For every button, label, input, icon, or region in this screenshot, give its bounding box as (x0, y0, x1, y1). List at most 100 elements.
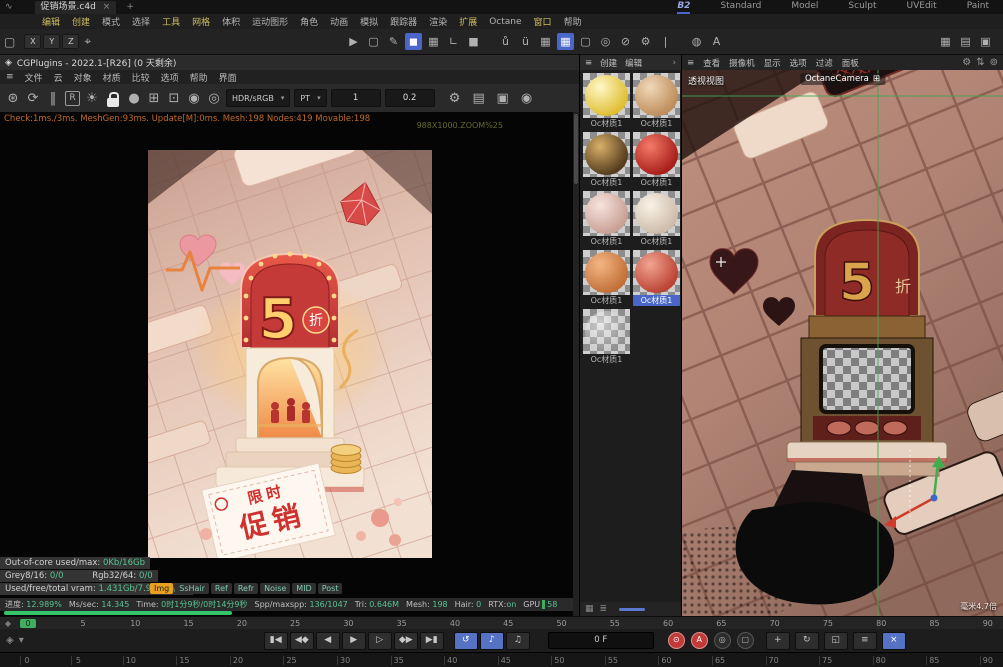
record-rotation-toggle[interactable]: ↻ (795, 632, 819, 650)
play-sound-button[interactable]: ♪ (480, 632, 504, 650)
viewer-settings-icon[interactable]: ⚙ (447, 91, 463, 106)
material-item[interactable]: Oc材质1 (583, 73, 630, 129)
menubar-item[interactable]: Octane (489, 17, 521, 27)
viewport-grid-icon[interactable]: ▢ (4, 35, 15, 49)
material-item[interactable]: Oc材质1 (633, 250, 680, 306)
viewport-timer-icon[interactable]: ⊚ (990, 57, 998, 68)
menubar-item[interactable]: 模式 (102, 15, 120, 28)
loop-mode-button[interactable]: ↺ (454, 632, 478, 650)
material-menu-item[interactable]: 编辑 (625, 57, 642, 69)
pla-toggle[interactable]: × (882, 632, 906, 650)
viewer-camera-icon[interactable]: ▣ (495, 91, 511, 106)
viewer-menu-item[interactable]: 比较 (132, 71, 150, 84)
subsample-field[interactable]: 0.2 (385, 89, 435, 107)
lock-resolution-icon[interactable] (107, 98, 119, 107)
viewer-scrollbar[interactable] (573, 112, 579, 616)
hamburger-icon[interactable]: ≡ (585, 58, 592, 68)
region-scale-field[interactable]: 1 (331, 89, 381, 107)
menubar-item[interactable]: 编辑 (42, 15, 60, 28)
record-scale-toggle[interactable]: ◱ (824, 632, 848, 650)
next-key-button[interactable]: ◆▶ (394, 632, 418, 650)
menubar-item[interactable]: 角色 (300, 15, 318, 28)
viewport-settings-icon[interactable]: ⚙ (962, 57, 971, 68)
material-thumbnail[interactable] (583, 73, 630, 118)
viewport-menu-item[interactable]: 过滤 (816, 57, 833, 69)
viewport-menu-item[interactable]: 选项 (790, 57, 807, 69)
material-item[interactable]: Oc材质1 (633, 191, 680, 247)
document-tab[interactable]: 促销场景.c4d × (35, 1, 117, 14)
record-parameter-button[interactable]: ▢ (737, 632, 754, 649)
current-frame-field[interactable]: 0 F (548, 632, 654, 649)
list-view-icon[interactable]: ≣ (600, 604, 608, 614)
material-item[interactable]: Oc材质1 (583, 309, 630, 365)
powerslider-ruler[interactable]: 051015202530354045505560657075808590 (0, 652, 1003, 667)
angle-snap-icon[interactable]: ∟ (445, 33, 462, 50)
render-pass-tab[interactable]: MID (292, 583, 315, 594)
grid-view-icon[interactable]: ▦ (585, 604, 594, 614)
material-item[interactable]: Oc材质1 (583, 191, 630, 247)
octane-balloon-icon[interactable]: ◍ (688, 33, 705, 50)
viewer-title-bar[interactable]: ◈ CGPlugins - 2022.1-[R26] (0 天剩余) (0, 55, 579, 70)
goto-end-button[interactable]: ▶▮ (420, 632, 444, 650)
material-item[interactable]: Oc材质1 (633, 132, 680, 188)
material-pick-icon[interactable]: ◎ (206, 91, 222, 106)
expand-arrow-icon[interactable]: › (673, 58, 676, 68)
axis-x-button[interactable]: X (24, 34, 41, 49)
material-thumbnail[interactable] (633, 73, 680, 118)
new-tab-button[interactable]: + (126, 2, 134, 12)
kernel-dropdown[interactable]: PT (294, 89, 326, 107)
disable-snap-icon[interactable]: ⊘ (617, 33, 634, 50)
viewer-menu-item[interactable]: 对象 (74, 71, 92, 84)
menubar-item[interactable]: 跟踪器 (390, 15, 417, 28)
menubar-item[interactable]: 模拟 (360, 15, 378, 28)
menubar-item[interactable]: 扩展 (459, 15, 477, 28)
restart-render-icon[interactable]: R (65, 91, 80, 106)
layout-tab[interactable]: Sculpt (848, 1, 876, 14)
divider-icon[interactable]: | (657, 33, 674, 50)
grid-array-icon[interactable]: ▦ (425, 33, 442, 50)
hamburger-icon[interactable]: ≡ (6, 72, 14, 82)
workplane-u2-icon[interactable]: ü (517, 33, 534, 50)
render-view-icon[interactable]: ▦ (937, 33, 954, 50)
viewer-menu-item[interactable]: 材质 (103, 71, 121, 84)
render-pass-tab[interactable]: Refr (234, 583, 258, 594)
render-pass-tab[interactable]: Post (318, 583, 343, 594)
material-thumbnail[interactable] (583, 191, 630, 236)
hamburger-icon[interactable]: ≡ (687, 58, 694, 68)
viewer-menu-item[interactable]: 文件 (25, 71, 43, 84)
viewer-menu-item[interactable]: 帮助 (190, 71, 208, 84)
swatch-icon[interactable]: ■ (465, 33, 482, 50)
material-thumbnail[interactable] (583, 132, 630, 177)
render-pass-tab[interactable]: Img (150, 583, 173, 594)
viewport-menu-item[interactable]: 面板 (842, 57, 859, 69)
target-icon[interactable]: ◎ (597, 33, 614, 50)
sphere-icon[interactable]: ● (126, 91, 142, 106)
axis-z-button[interactable]: Z (62, 34, 79, 49)
colorspace-dropdown[interactable]: HDR/sRGB (226, 89, 290, 107)
timeline-dropdown-icon[interactable]: ▾ (19, 635, 24, 646)
render-pass-tab[interactable]: SsHair (175, 583, 209, 594)
viewport-scene[interactable]: 5 折 (682, 70, 1003, 616)
material-thumbnail[interactable] (583, 250, 630, 295)
region-clear-icon[interactable]: ⊡ (166, 91, 182, 106)
focus-pick-icon[interactable]: ◉ (186, 91, 202, 106)
refresh-icon[interactable]: ⟳ (25, 91, 41, 106)
material-menu-item[interactable]: 创建 (600, 57, 617, 69)
render-settings-icon[interactable]: ▣ (977, 33, 994, 50)
render-pass-tab[interactable]: Ref (211, 583, 232, 594)
material-item[interactable]: Oc材质1 (583, 250, 630, 306)
volume-button[interactable]: ♫ (506, 632, 530, 650)
pen-tool-icon[interactable]: ✎ (385, 33, 402, 50)
viewport-menu-item[interactable]: 查看 (703, 57, 720, 69)
next-frame-button[interactable]: ▷ (368, 632, 392, 650)
viewer-menu-item[interactable]: 选项 (161, 71, 179, 84)
view-name-label[interactable]: 透视视图 (688, 74, 724, 87)
pause-icon[interactable]: ‖ (45, 91, 61, 106)
coordinate-system-icon[interactable]: ⌖ (84, 34, 91, 49)
viewport-swap-icon[interactable]: ⇅ (976, 57, 984, 68)
render-pass-tab[interactable]: Noise (260, 583, 290, 594)
record-layers-toggle[interactable]: ≡ (853, 632, 877, 650)
viewport-menu-item[interactable]: 显示 (764, 57, 781, 69)
viewer-menu-item[interactable]: 界面 (219, 71, 237, 84)
menubar-item[interactable]: 创建 (72, 15, 90, 28)
